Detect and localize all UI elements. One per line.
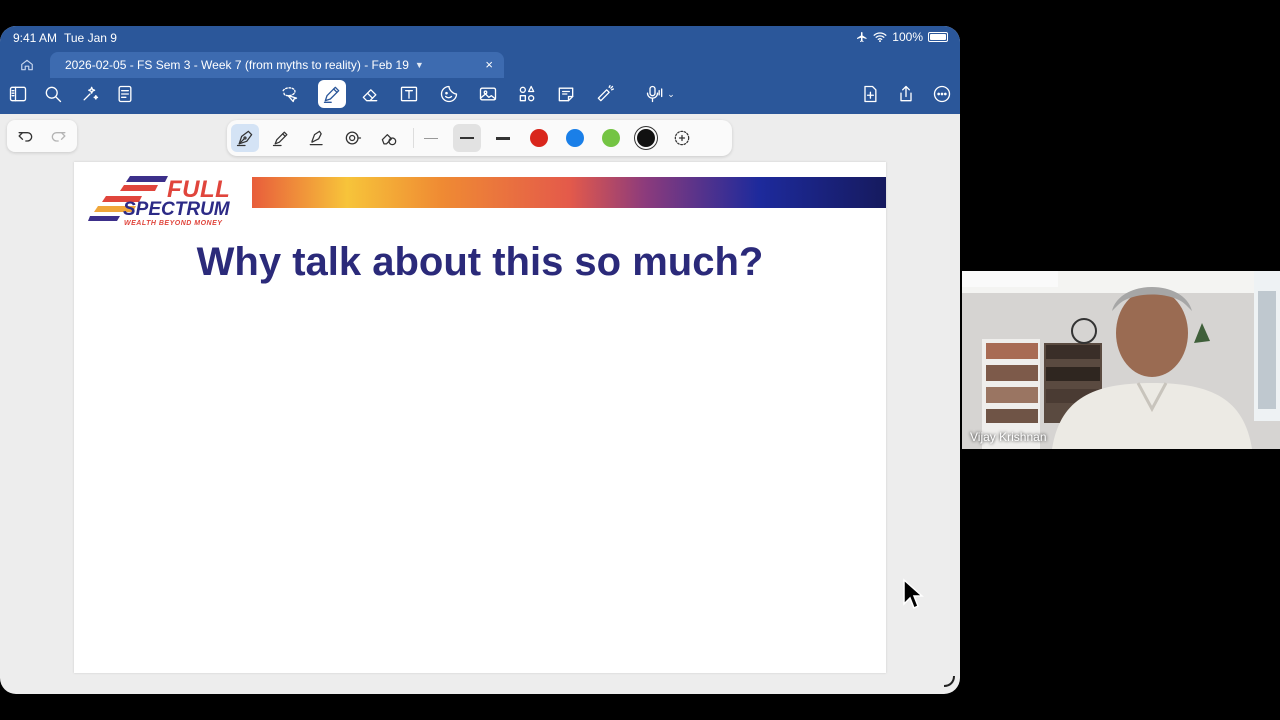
- sidebar-icon: [9, 86, 27, 102]
- wifi-icon: [873, 32, 887, 43]
- pen-icon: [323, 86, 340, 104]
- ai-assistant-button[interactable]: [78, 82, 102, 106]
- chevron-down-icon[interactable]: ▼: [415, 60, 424, 70]
- stroke-thin-button[interactable]: [417, 124, 445, 152]
- slide-title: Why talk about this so much?: [196, 240, 764, 284]
- eraser-icon: [362, 89, 378, 102]
- search-icon: [45, 86, 62, 103]
- mouse-cursor-icon: [903, 578, 924, 610]
- video-feed: [962, 271, 1280, 449]
- laser-icon: [597, 85, 614, 102]
- shape-eraser-icon: [381, 134, 397, 146]
- ball-pen-icon: [272, 131, 288, 147]
- home-tab[interactable]: [16, 55, 38, 75]
- chevron-down-icon[interactable]: ⌄: [667, 89, 675, 100]
- eraser-tool[interactable]: [358, 82, 382, 106]
- status-date: Tue Jan 9: [64, 31, 117, 45]
- magic-icon: [83, 86, 99, 101]
- pen-toolbar: [227, 120, 732, 156]
- color-swatch-red[interactable]: [530, 129, 548, 147]
- home-icon: [21, 59, 33, 71]
- logo-text-spectrum: SPECTRUM: [123, 199, 230, 220]
- text-tool[interactable]: [397, 82, 421, 106]
- document-title: 2026-02-05 - FS Sem 3 - Week 7 (from myt…: [65, 58, 409, 72]
- sidebar-button[interactable]: [6, 82, 30, 106]
- microphone-icon: [647, 85, 663, 103]
- document-tab[interactable]: 2026-02-05 - FS Sem 3 - Week 7 (from myt…: [50, 52, 504, 78]
- redo-icon[interactable]: [49, 126, 69, 146]
- undo-icon[interactable]: [15, 126, 35, 146]
- resize-corner-icon[interactable]: [940, 672, 956, 688]
- medium-stroke-icon: [460, 137, 474, 139]
- more-button[interactable]: [930, 82, 954, 106]
- more-icon: [933, 85, 951, 103]
- shapes-tool[interactable]: [515, 82, 539, 106]
- image-icon: [479, 87, 497, 101]
- stroke-medium-button[interactable]: [453, 124, 481, 152]
- divider: [413, 128, 414, 148]
- fountain-pen-button[interactable]: [231, 124, 259, 152]
- thick-stroke-icon: [496, 136, 510, 140]
- note-tool[interactable]: [554, 82, 578, 106]
- slide-page[interactable]: FULL SPECTRUM WEALTH BEYOND MONEY Why ta…: [74, 162, 886, 673]
- undo-redo-group: [7, 120, 77, 152]
- app-header: 9:41 AM Tue Jan 9 100% 2026-02-05 - FS S…: [0, 26, 960, 114]
- color-swatch-blue[interactable]: [566, 129, 584, 147]
- shapes-icon: [519, 85, 535, 102]
- notebook-icon: [118, 85, 132, 103]
- stroke-thick-button[interactable]: [489, 124, 517, 152]
- status-indicators: 100%: [856, 30, 948, 44]
- ball-pen-button[interactable]: [267, 124, 295, 152]
- battery-percent: 100%: [892, 30, 923, 44]
- full-spectrum-logo: FULL SPECTRUM WEALTH BEYOND MONEY: [88, 174, 248, 230]
- share-button[interactable]: [894, 82, 918, 106]
- status-time: 9:41 AM: [13, 31, 58, 45]
- search-button[interactable]: [41, 82, 65, 106]
- sticker-icon: [440, 85, 458, 103]
- color-swatch-black[interactable]: [637, 129, 655, 147]
- add-page-icon: [864, 85, 877, 103]
- tape-button[interactable]: [339, 124, 367, 152]
- gradient-banner: [252, 177, 886, 208]
- ipad-screen: 9:41 AM Tue Jan 9 100% 2026-02-05 - FS S…: [0, 26, 960, 694]
- laser-pointer-tool[interactable]: [593, 82, 617, 106]
- participant-name: Vijay Krishnan: [970, 430, 1047, 444]
- highlighter-button[interactable]: [303, 124, 331, 152]
- participant-video[interactable]: Vijay Krishnan: [962, 271, 1280, 449]
- highlighter-icon: [309, 130, 323, 146]
- share-icon: [900, 85, 912, 102]
- color-swatch-green[interactable]: [602, 129, 620, 147]
- image-tool[interactable]: [476, 82, 500, 106]
- battery-icon: [928, 32, 948, 42]
- tape-icon: [345, 131, 362, 145]
- note-icon: [558, 87, 574, 102]
- thin-stroke-icon: [424, 137, 438, 139]
- add-page-button[interactable]: [858, 82, 882, 106]
- sticker-tool[interactable]: [437, 82, 461, 106]
- close-tab-button[interactable]: ×: [485, 57, 493, 72]
- text-icon: [400, 86, 418, 102]
- shape-eraser-button[interactable]: [375, 124, 403, 152]
- add-color-icon: [674, 130, 690, 146]
- fountain-pen-icon: [236, 130, 253, 147]
- audio-record-tool[interactable]: ⌄: [640, 82, 680, 106]
- notebook-button[interactable]: [113, 82, 137, 106]
- lasso-tool[interactable]: [277, 82, 301, 106]
- airplane-icon: [857, 32, 867, 42]
- lasso-icon: [282, 87, 298, 103]
- pen-tool[interactable]: [318, 80, 346, 108]
- add-color-button[interactable]: [668, 124, 696, 152]
- logo-tagline: WEALTH BEYOND MONEY: [124, 220, 223, 227]
